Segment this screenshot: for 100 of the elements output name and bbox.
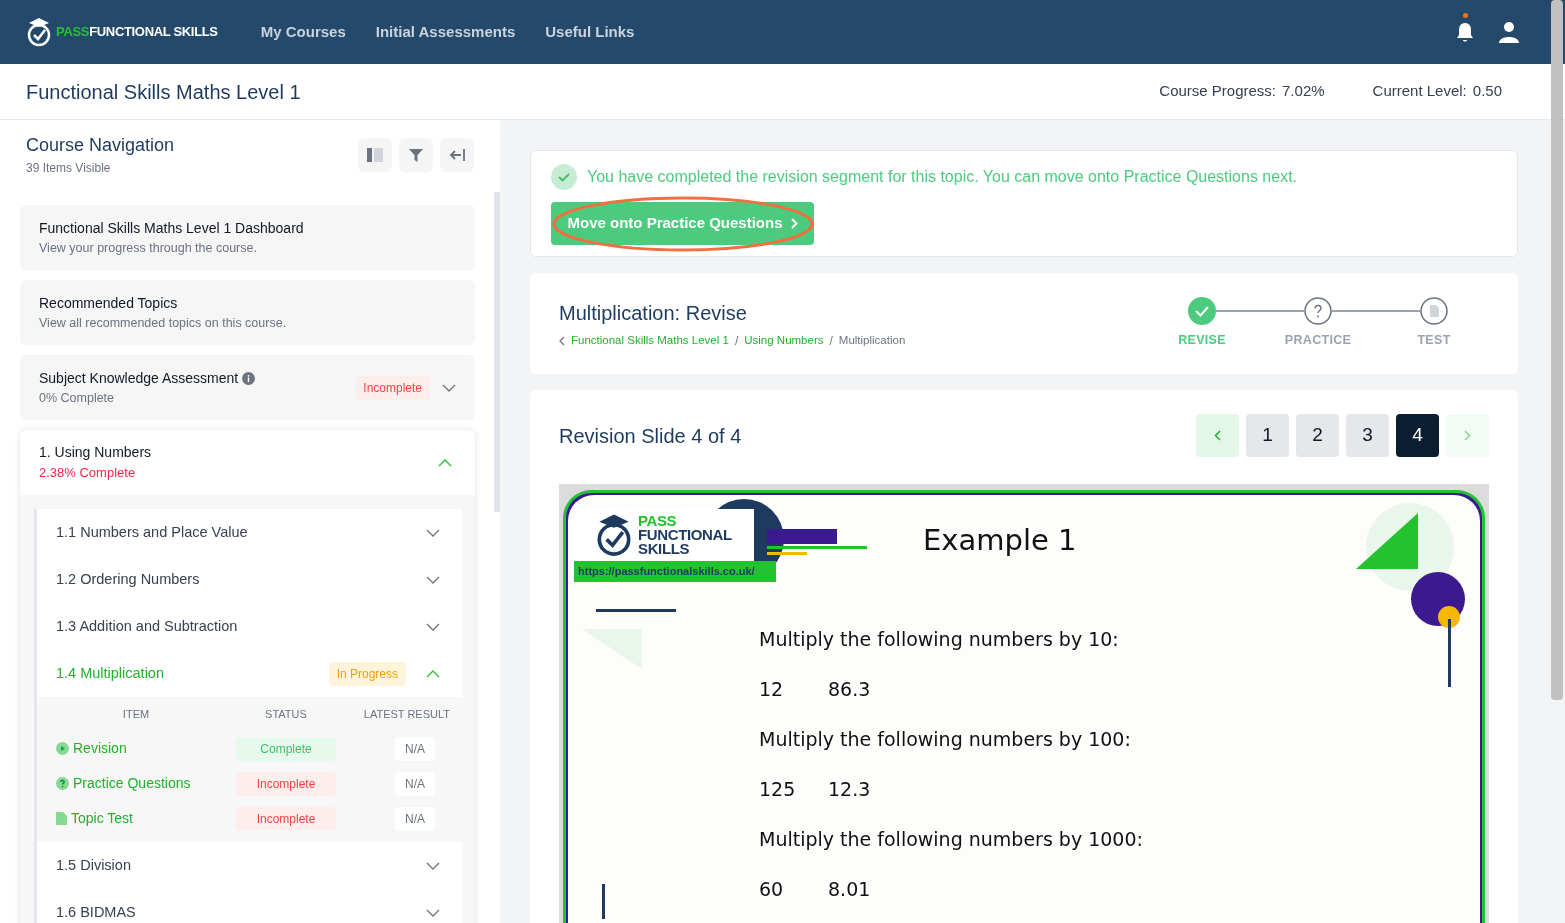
column-header: LATEST RESULT <box>362 706 450 722</box>
page-button[interactable]: 2 <box>1296 414 1339 457</box>
slide-number: 125 <box>759 776 797 801</box>
slide-logo-text: PASS <box>638 513 678 528</box>
document-icon <box>56 812 67 825</box>
status-badge: Incomplete <box>355 375 430 400</box>
nav-link[interactable]: Useful Links <box>545 20 635 44</box>
page-button[interactable]: 1 <box>1246 414 1289 457</box>
slide-prompt: Multiply the following numbers by 100: <box>759 726 1132 751</box>
check-circle-icon <box>551 164 577 190</box>
bell-icon[interactable] <box>1455 21 1475 43</box>
chevron-down-icon[interactable] <box>426 622 440 631</box>
card-title: Functional Skills Maths Level 1 Dashboard <box>39 218 304 238</box>
slide-logo-text: FUNCTIONAL <box>638 527 732 543</box>
lesson-title: Multiplication: Revise <box>559 300 748 326</box>
unit-title: 1. Using Numbers <box>39 443 153 463</box>
layout-toggle-button[interactable] <box>358 138 392 172</box>
chevron-down-icon[interactable] <box>426 575 440 584</box>
slide-number: 12.3 <box>828 776 872 801</box>
slide-url: https://passfunctionalskills.co.uk/ <box>574 561 776 582</box>
filter-icon <box>409 148 423 162</box>
result-value: N/A <box>395 806 435 831</box>
unit-header[interactable]: 1. Using Numbers 2.38% Complete <box>20 430 475 495</box>
topic-row[interactable]: 1.6 BIDMAS <box>37 889 462 923</box>
step-label: REVISE <box>1178 332 1226 350</box>
breadcrumb-separator: / <box>734 332 739 350</box>
topic-title: 1.1 Numbers and Place Value <box>56 522 249 542</box>
play-icon <box>56 742 69 755</box>
status-badge: Complete <box>236 736 336 761</box>
sidebar-title: Course Navigation <box>26 134 175 157</box>
brand-name[interactable]: PASSFUNCTIONAL SKILLS <box>56 22 218 42</box>
slide-number: 86.3 <box>828 676 872 701</box>
topic-title: 1.5 Division <box>56 855 132 875</box>
sidebar-card[interactable]: Recommended Topics View all recommended topics on this course. <box>20 280 475 345</box>
chevron-down-icon[interactable] <box>426 861 440 870</box>
slide-logo-text: SKILLS <box>638 542 691 557</box>
slide-prompt: Multiply the following numbers by 1000: <box>759 826 1144 851</box>
result-value: N/A <box>395 771 435 796</box>
topic-row[interactable]: 1.5 Division <box>37 842 462 889</box>
unit-progress: 2.38% Complete <box>39 464 137 483</box>
sidebar-card[interactable]: Functional Skills Maths Level 1 Dashboard View your progress through the course. <box>20 205 475 270</box>
slide-number: 12 <box>759 676 785 701</box>
sidebar-card[interactable]: Subject Knowledge Assessment 0% Complete Incomplete <box>20 355 475 420</box>
topic-title: 1.4 Multiplication <box>56 663 165 683</box>
slide-number: 60 <box>759 876 785 901</box>
level-value: 0.50 <box>1472 81 1502 102</box>
slide-number: 8.01 <box>828 876 872 901</box>
card-title: Subject Knowledge Assessment <box>39 368 239 388</box>
card-subtitle: 0% Complete <box>39 389 116 407</box>
chevron-down-icon[interactable] <box>426 908 440 917</box>
chevron-right-icon <box>790 218 798 229</box>
status-badge: Incomplete <box>236 771 336 796</box>
back-chevron-icon[interactable] <box>559 335 565 346</box>
chevron-left-icon <box>1214 430 1221 441</box>
topic-row[interactable]: 1.2 Ordering Numbers <box>37 556 462 603</box>
status-badge: In Progress <box>328 661 406 686</box>
card-subtitle: View all recommended topics on this course. <box>39 314 288 332</box>
step-label: TEST <box>1417 332 1451 350</box>
card-subtitle: View your progress through the course. <box>39 239 258 257</box>
slide-heading: Example 1 <box>923 522 1078 559</box>
chevron-down-icon[interactable] <box>426 528 440 537</box>
nav-link[interactable]: Initial Assessments <box>375 20 516 44</box>
percentage-value: 7.02% <box>1282 81 1325 102</box>
chevron-right-icon <box>1464 430 1471 441</box>
column-header: STATUS <box>264 706 308 722</box>
question-icon <box>56 777 69 790</box>
topic-row[interactable]: 1.3 Addition and Subtraction <box>37 603 462 650</box>
info-icon <box>242 371 256 385</box>
stat-label: Course Progress: <box>1159 81 1277 102</box>
topic-title: 1.2 Ordering Numbers <box>56 569 201 589</box>
filter-button[interactable] <box>399 138 433 172</box>
column-header: ITEM <box>121 706 151 722</box>
topic-title: 1.6 BIDMAS <box>56 902 137 922</box>
chevron-down-icon[interactable] <box>442 383 456 392</box>
document-circle-icon <box>1420 297 1448 326</box>
collapse-left-icon <box>449 149 465 161</box>
panel-icon <box>367 148 383 162</box>
collapse-sidebar-button[interactable] <box>440 138 474 172</box>
step-label: PRACTICE <box>1284 332 1352 350</box>
check-circle-icon <box>1188 297 1216 326</box>
breadcrumb-current: Multiplication <box>838 332 906 348</box>
topic-row[interactable]: 1.1 Numbers and Place Value <box>37 509 462 556</box>
result-value: N/A <box>395 736 435 761</box>
topic-title: 1.3 Addition and Subtraction <box>56 616 239 636</box>
course-title: Functional Skills Maths Level 1 <box>26 79 301 105</box>
items-visible-count: 39 Items Visible <box>26 160 112 177</box>
status-badge: Incomplete <box>236 806 336 831</box>
page-button[interactable]: 4 <box>1396 414 1439 457</box>
notice-message: You have completed the revision segment for this topic. You can move onto Practice Questions next. <box>587 167 1298 187</box>
slide-counter: Revision Slide 4 of 4 <box>559 423 742 449</box>
scrollbar[interactable] <box>494 192 500 512</box>
page-scrollbar[interactable] <box>1551 0 1563 700</box>
user-icon[interactable] <box>1499 21 1519 43</box>
logo-icon <box>26 17 52 47</box>
breadcrumb-separator: / <box>829 332 833 350</box>
slide-prompt: Multiply the following numbers by 10: <box>759 626 1120 651</box>
question-circle-icon <box>1304 297 1332 326</box>
nav-link[interactable]: My Courses <box>260 20 346 44</box>
stat-label: Current Level: <box>1372 81 1467 102</box>
page-button[interactable]: 3 <box>1346 414 1389 457</box>
